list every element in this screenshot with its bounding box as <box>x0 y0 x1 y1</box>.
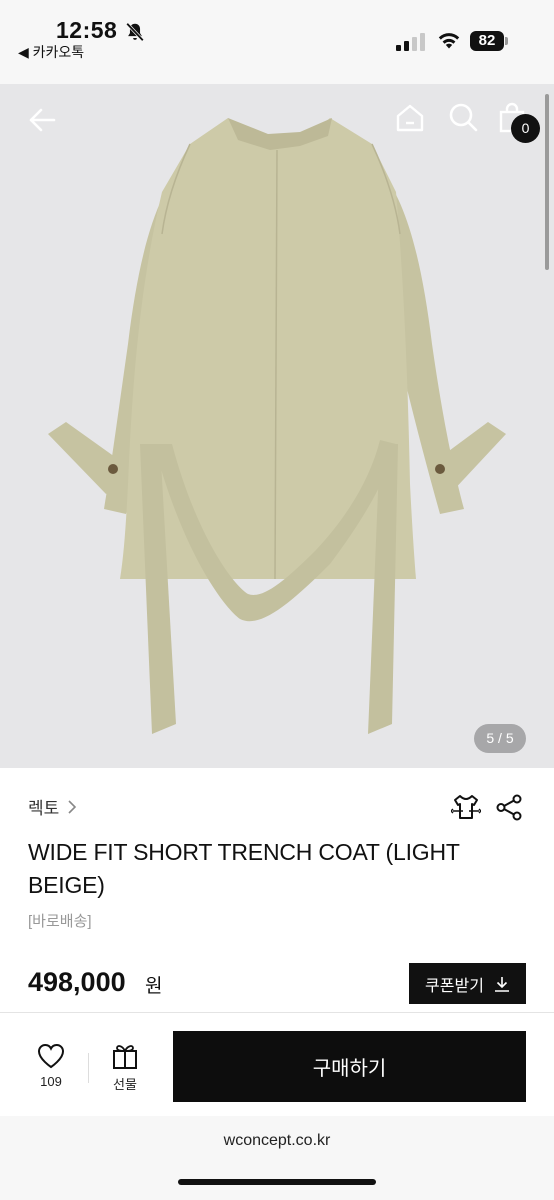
scrollbar[interactable] <box>545 94 549 270</box>
image-counter: 5 / 5 <box>474 724 526 753</box>
shipping-tag: [바로배송] <box>28 913 92 930</box>
browser-toolbar: wconcept.co.kr <box>0 1116 554 1200</box>
like-button[interactable]: 109 <box>30 1043 72 1089</box>
product-image-gallery[interactable]: 0 5 / 5 <box>0 84 554 768</box>
divider <box>88 1053 89 1083</box>
home-indicator[interactable] <box>178 1179 376 1185</box>
gift-button[interactable]: 선물 <box>104 1043 146 1093</box>
signal-icon <box>396 33 425 51</box>
battery-level: 82 <box>478 32 496 49</box>
gift-label: 선물 <box>113 1077 137 1092</box>
brand-link[interactable]: 렉토 <box>28 794 77 819</box>
bell-muted-icon <box>126 22 144 42</box>
search-icon[interactable] <box>448 102 478 132</box>
product-price: 498,000 <box>28 967 126 997</box>
coupon-button-label: 쿠폰받기 <box>425 977 484 995</box>
battery-indicator: 82 <box>470 31 508 51</box>
buy-button[interactable]: 구매하기 <box>173 1031 526 1102</box>
cart-count-badge: 0 <box>511 114 540 143</box>
home-icon[interactable] <box>394 102 426 134</box>
share-icon[interactable] <box>496 794 523 821</box>
chevron-right-icon <box>68 799 77 814</box>
product-title: WIDE FIT SHORT TRENCH COAT (LIGHT BEIGE) <box>28 839 460 898</box>
brand-name: 렉토 <box>28 799 60 818</box>
download-icon <box>494 976 509 992</box>
coupon-button[interactable]: 쿠폰받기 <box>409 963 526 1004</box>
product-image <box>48 118 506 734</box>
buy-button-label: 구매하기 <box>312 1058 387 1080</box>
wifi-icon <box>438 33 460 49</box>
status-bar: 12:58 ◀ 카카오톡 82 <box>0 0 554 84</box>
like-count: 109 <box>40 1074 62 1089</box>
price-unit: 원 <box>145 976 163 997</box>
heart-icon <box>37 1043 65 1069</box>
status-time: 12:58 <box>56 17 118 43</box>
size-guide-icon[interactable] <box>451 792 481 822</box>
back-to-app-link[interactable]: ◀ 카카오톡 <box>18 42 84 62</box>
back-arrow-icon[interactable] <box>26 104 58 136</box>
bottom-action-bar: 109 선물 구매하기 <box>0 1012 554 1116</box>
url-bar[interactable]: wconcept.co.kr <box>0 1132 554 1150</box>
gift-icon <box>113 1045 137 1069</box>
